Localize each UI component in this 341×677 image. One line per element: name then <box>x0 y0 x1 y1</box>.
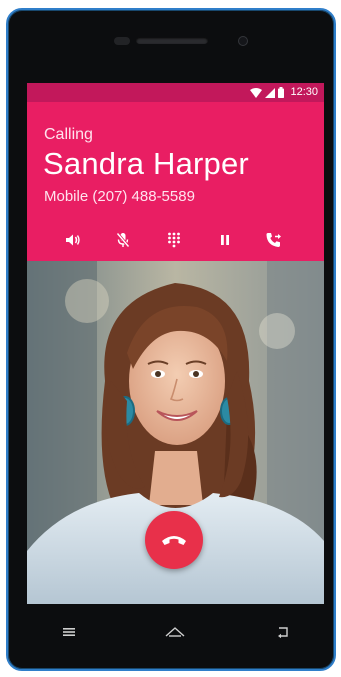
call-state-label: Calling <box>44 126 93 143</box>
hold-button[interactable] <box>211 226 239 254</box>
call-header: Calling Sandra Harper Mobile (207) 488-5… <box>27 102 324 261</box>
proximity-sensor <box>114 37 130 45</box>
dialpad-icon <box>168 232 180 248</box>
end-call-button[interactable] <box>145 511 203 569</box>
battery-icon <box>278 87 284 98</box>
home-icon <box>165 627 185 637</box>
menu-key[interactable] <box>60 620 78 644</box>
phone-screen: 12:30 Calling Sandra Harper Mobile (207)… <box>27 83 324 604</box>
caller-photo <box>27 261 324 604</box>
signal-icon <box>265 87 275 98</box>
back-icon <box>278 627 288 638</box>
phone-forward-icon <box>266 233 281 247</box>
wifi-icon <box>250 87 262 98</box>
mute-button[interactable] <box>109 226 137 254</box>
earpiece-speaker <box>136 37 208 44</box>
dialpad-button[interactable] <box>160 226 188 254</box>
back-key[interactable] <box>274 620 292 644</box>
speaker-button[interactable] <box>59 226 87 254</box>
call-controls <box>27 226 324 254</box>
speaker-icon <box>66 234 80 246</box>
mic-off-icon <box>116 232 130 248</box>
pause-icon <box>221 235 229 245</box>
caller-number: Mobile (207) 488-5589 <box>44 188 195 205</box>
status-bar: 12:30 <box>27 83 324 102</box>
front-camera <box>238 36 248 46</box>
menu-icon <box>63 628 75 636</box>
add-call-button[interactable] <box>260 226 288 254</box>
status-time: 12:30 <box>290 86 318 98</box>
caller-name: Sandra Harper <box>43 146 249 181</box>
hang-up-icon <box>162 536 186 545</box>
home-key[interactable] <box>163 620 187 644</box>
